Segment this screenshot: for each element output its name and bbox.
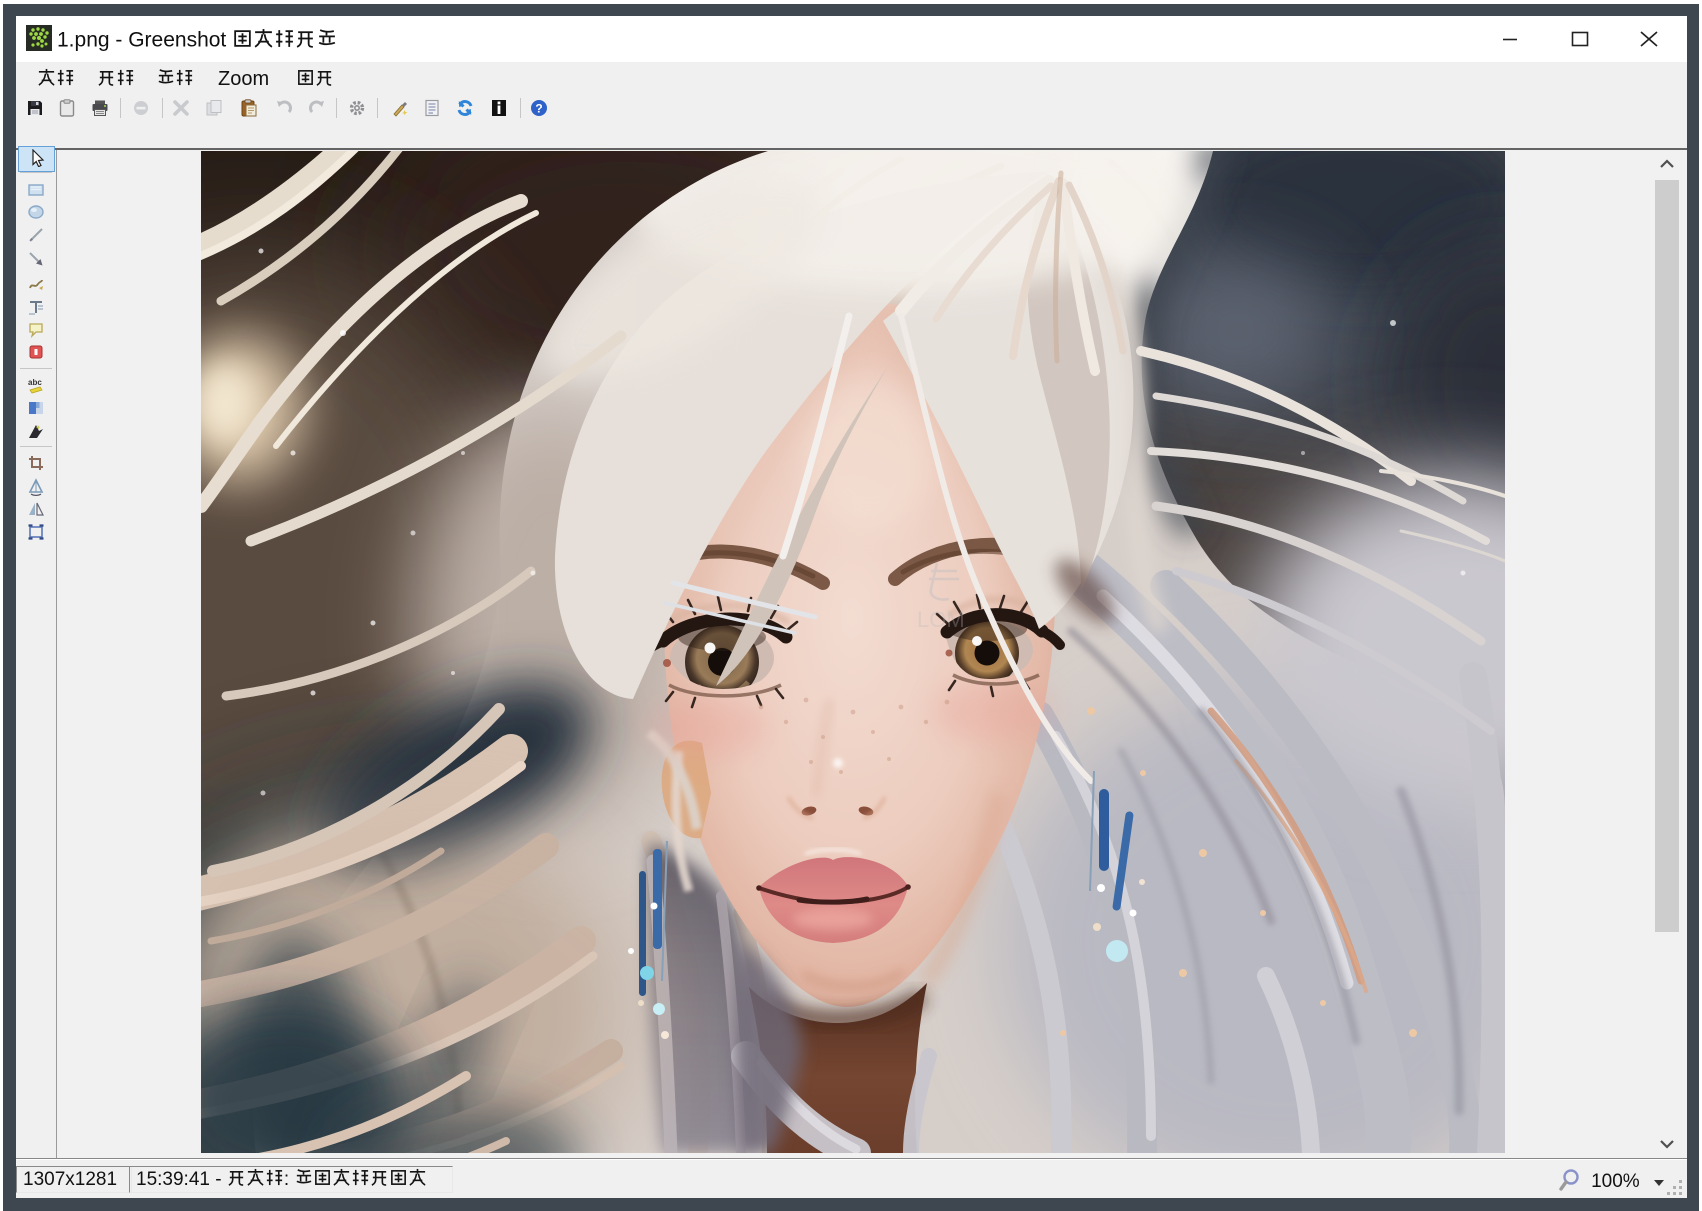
- svg-text:abc: abc: [28, 378, 42, 387]
- svg-text:LOM: LOM: [917, 607, 965, 632]
- svg-text:?: ?: [535, 101, 542, 115]
